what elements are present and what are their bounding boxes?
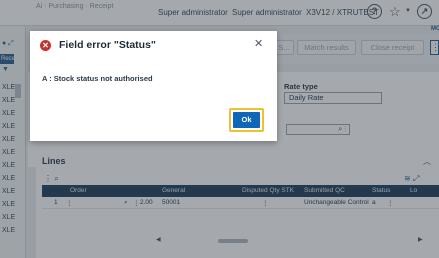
ok-button[interactable]: Ok xyxy=(233,112,260,128)
close-icon[interactable]: ✕ xyxy=(254,38,263,50)
focus-ring: Ok xyxy=(229,108,264,132)
error-icon: ✕ xyxy=(40,40,51,51)
error-dialog: ✕ Field error "Status" ✕ A : Stock statu… xyxy=(30,31,277,141)
dialog-title: Field error "Status" xyxy=(59,39,156,51)
dialog-message: A : Stock status not authorised xyxy=(42,74,153,83)
